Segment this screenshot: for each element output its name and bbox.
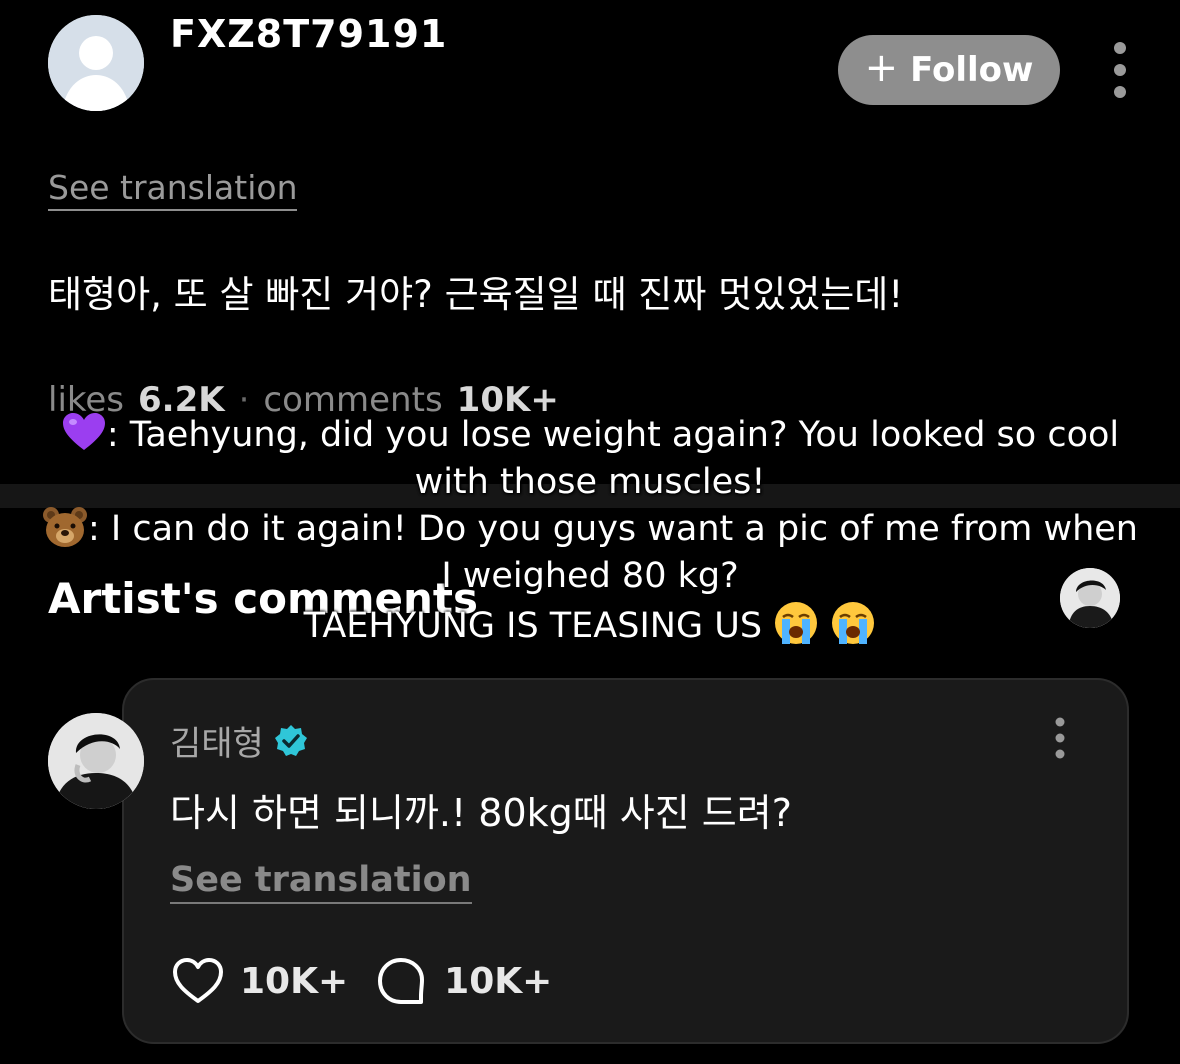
commenter-name[interactable]: 김태형 — [170, 716, 264, 765]
follow-label: Follow — [910, 50, 1034, 90]
more-options-icon[interactable] — [1108, 40, 1132, 100]
caption-text-1: : Taehyung, did you lose weight again? Y… — [106, 415, 1120, 455]
follow-button[interactable]: + Follow — [838, 35, 1060, 105]
caption-line-2: with those muscles! — [414, 462, 766, 502]
caption-line-1: : Taehyung, did you lose weight again? Y… — [0, 412, 1180, 459]
caption-line-5: TAEHYUNG IS TEASING US — [0, 600, 1180, 650]
commenter-avatar[interactable] — [48, 713, 144, 809]
loudly-crying-face-icon — [832, 602, 875, 644]
post-text: 태형아, 또 살 빠진 거야? 근육질일 때 진짜 멋있었는데! — [48, 273, 904, 316]
artist-photo-icon — [48, 713, 144, 809]
comment-likes-count: 10K+ — [240, 960, 349, 1002]
see-translation-link[interactable]: See translation — [48, 168, 298, 211]
caption-text-5: TAEHYUNG IS TEASING US — [303, 606, 763, 646]
reply-bubble-icon[interactable] — [376, 956, 426, 1006]
comment-replies-count: 10K+ — [444, 960, 553, 1002]
comment-see-translation-link[interactable]: See translation — [170, 860, 472, 904]
caption-line-4: I weighed 80 kg? — [441, 556, 739, 596]
commenter-name-row: 김태형 — [170, 716, 308, 765]
comment-reactions: 10K+ 10K+ — [170, 955, 552, 1007]
default-avatar-icon — [48, 15, 144, 111]
comment-text: 다시 하면 되니까.! 80kg때 사진 드려? — [170, 791, 792, 835]
verified-badge-icon — [274, 724, 307, 756]
user-avatar[interactable] — [48, 15, 144, 111]
heart-icon[interactable] — [170, 955, 226, 1007]
comment-more-options-icon[interactable] — [1050, 716, 1070, 760]
username[interactable]: FXZ8T79191 — [170, 12, 447, 56]
caption-line-3: : I can do it again! Do you guys want a … — [0, 506, 1180, 553]
plus-icon: + — [864, 45, 899, 91]
caption-text-3: : I can do it again! Do you guys want a … — [88, 509, 1138, 549]
bear-face-icon — [43, 507, 88, 547]
loudly-crying-face-icon — [775, 602, 818, 644]
purple-heart-icon — [62, 413, 105, 450]
